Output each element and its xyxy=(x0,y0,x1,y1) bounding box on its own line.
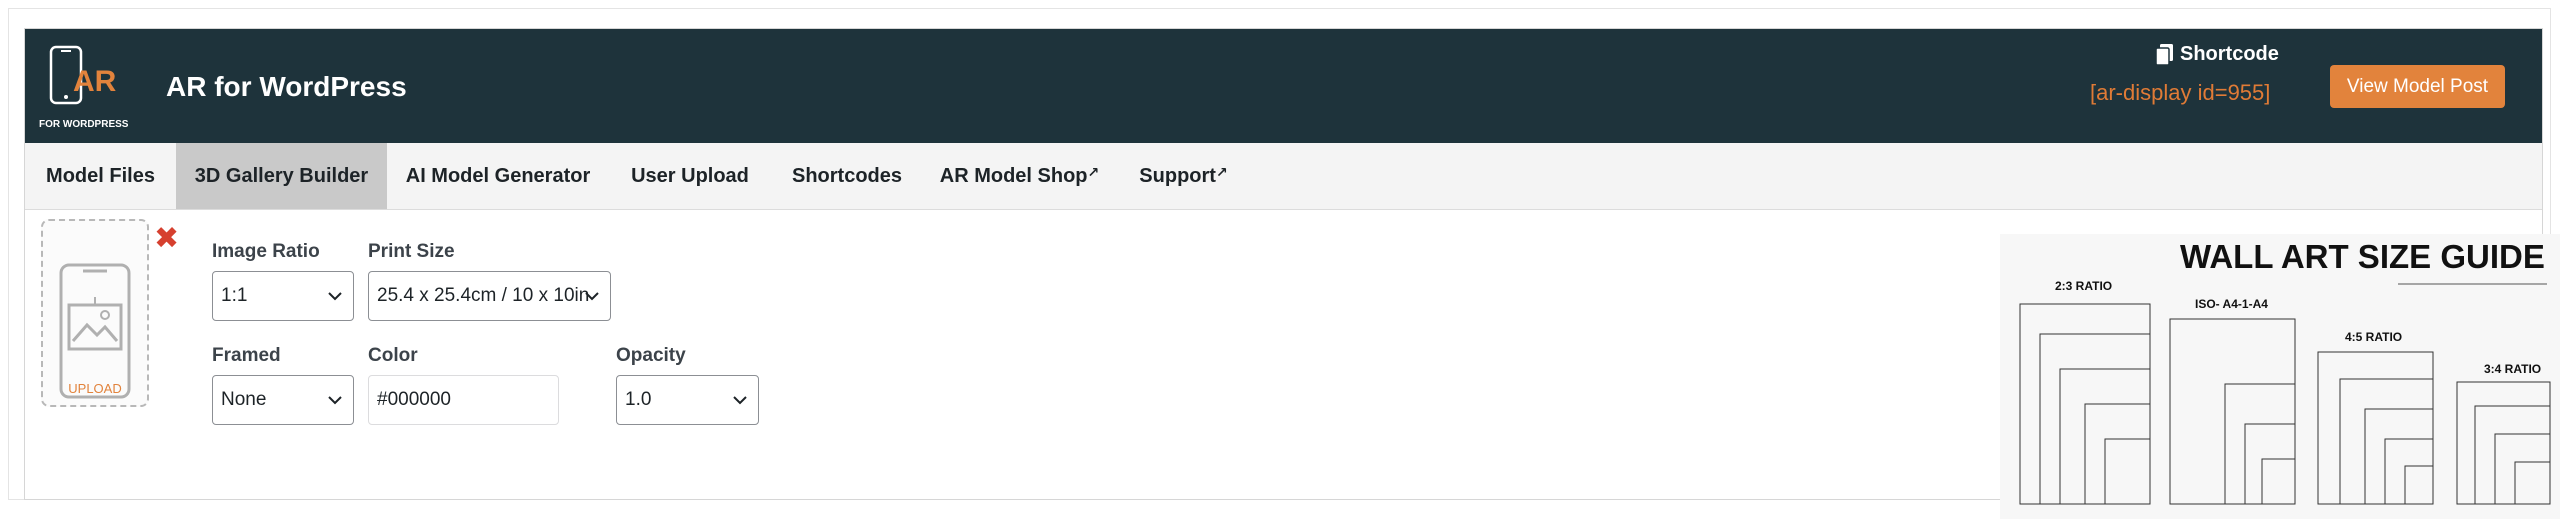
section-iso: ISO- A4-1-A4 xyxy=(2195,297,2268,311)
size-guide-title: WALL ART SIZE GUIDE xyxy=(2180,238,2545,275)
remove-image-icon[interactable]: ✖ xyxy=(154,224,179,254)
external-link-icon: ↗ xyxy=(1087,164,1100,180)
framed-select[interactable]: None xyxy=(212,375,354,425)
tab-support[interactable]: Support↗ xyxy=(1116,143,1251,209)
color-value: #000000 xyxy=(377,389,451,410)
opacity-value: 1.0 xyxy=(625,389,652,410)
opacity-label: Opacity xyxy=(616,345,686,366)
image-upload-area[interactable]: UPLOAD xyxy=(41,219,149,407)
wall-art-size-guide-image: WALL ART SIZE GUIDE 2:3 RATIO ISO- A4-1-… xyxy=(2000,234,2560,519)
tab-3d-gallery-builder[interactable]: 3D Gallery Builder xyxy=(176,143,387,209)
section-2-3-ratio: 2:3 RATIO xyxy=(2055,279,2112,293)
tab-label: Shortcodes xyxy=(791,165,903,187)
ar-editor-panel: AR FOR WORDPRESS AR for WordPress Shortc… xyxy=(24,28,2560,519)
color-input[interactable]: #000000 xyxy=(368,375,559,425)
framed-label: Framed xyxy=(212,345,281,366)
external-link-icon: ↗ xyxy=(1215,164,1228,180)
chevron-down-icon xyxy=(733,396,747,405)
logo-text: AR xyxy=(73,65,117,98)
tab-ai-model-generator[interactable]: AI Model Generator xyxy=(387,143,609,209)
tab-model-files[interactable]: Model Files xyxy=(25,143,176,209)
header-bar: AR FOR WORDPRESS AR for WordPress Shortc… xyxy=(25,29,2542,143)
view-model-post-button[interactable]: View Model Post xyxy=(2330,65,2505,108)
print-size-label: Print Size xyxy=(368,241,455,262)
shortcode-label-text: Shortcode xyxy=(2180,43,2279,65)
print-size-select[interactable]: 25.4 x 25.4cm / 10 x 10in xyxy=(368,271,611,321)
chevron-down-icon xyxy=(585,292,599,301)
tab-label: AI Model Generator xyxy=(405,165,591,187)
clipboard-icon xyxy=(2156,43,2173,66)
tab-label: Model Files xyxy=(46,165,155,187)
tab-label: User Upload xyxy=(631,165,749,187)
upload-label: UPLOAD xyxy=(68,381,122,396)
framed-value: None xyxy=(221,389,267,410)
tab-shortcodes[interactable]: Shortcodes xyxy=(771,143,923,209)
shortcode-label: Shortcode xyxy=(2156,43,2279,66)
tab-label: 3D Gallery Builder xyxy=(194,165,369,187)
section-4-5-ratio: 4:5 RATIO xyxy=(2345,330,2402,344)
chevron-down-icon xyxy=(328,292,342,301)
image-ratio-select[interactable]: 1:1 xyxy=(212,271,354,321)
phone-image-icon xyxy=(59,263,131,399)
ar-logo: AR FOR WORDPRESS xyxy=(39,45,129,130)
tab-user-upload[interactable]: User Upload xyxy=(609,143,771,209)
opacity-select[interactable]: 1.0 xyxy=(616,375,759,425)
chevron-down-icon xyxy=(328,396,342,405)
logo-subtext: FOR WORDPRESS xyxy=(39,119,129,130)
tab-label: AR Model Shop xyxy=(939,165,1088,187)
tab-ar-model-shop[interactable]: AR Model Shop↗ xyxy=(923,143,1116,209)
section-3-4-ratio: 3:4 RATIO xyxy=(2484,362,2541,376)
print-size-value: 25.4 x 25.4cm / 10 x 10in xyxy=(377,285,590,306)
color-label: Color xyxy=(368,345,418,366)
app-title: AR for WordPress xyxy=(166,71,407,102)
shortcode-value[interactable]: [ar-display id=955] xyxy=(2090,80,2270,106)
tab-bar: Model Files 3D Gallery Builder AI Model … xyxy=(25,143,2542,210)
image-ratio-label: Image Ratio xyxy=(212,241,320,262)
tab-label: Support xyxy=(1139,165,1216,187)
image-ratio-value: 1:1 xyxy=(221,285,248,306)
